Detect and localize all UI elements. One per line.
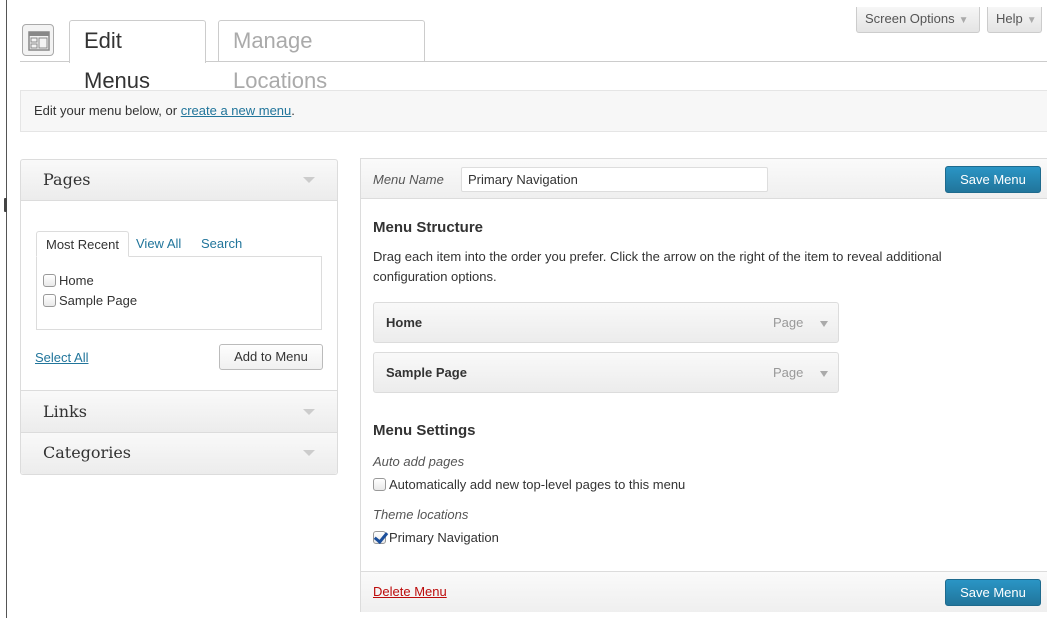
accordion-pages-panel: Most Recent View All Search Home Sample … [21, 201, 337, 391]
help-button[interactable]: Help ▼ [987, 7, 1042, 33]
help-label: Help [996, 11, 1023, 26]
page-home-label: Home [59, 273, 94, 288]
page-sample-checkbox[interactable] [43, 294, 56, 308]
page-home-checkbox[interactable] [43, 274, 56, 288]
screen-options-button[interactable]: Screen Options ▼ [856, 7, 980, 33]
triangle-down-icon [303, 450, 315, 456]
menus-page-icon [22, 24, 54, 56]
tab-most-recent[interactable]: Most Recent [36, 231, 129, 257]
accordion-links-header[interactable]: Links [21, 392, 337, 433]
menu-item-title: Sample Page [386, 365, 467, 380]
window-edge-marker [4, 198, 7, 212]
triangle-down-icon: ▼ [958, 15, 969, 26]
theme-location-option[interactable]: Primary Navigation [373, 530, 499, 545]
triangle-down-icon: ▼ [1026, 15, 1037, 26]
select-all-link[interactable]: Select All [35, 350, 88, 365]
item-edit-arrow-icon[interactable] [820, 371, 828, 377]
notice-bar: Edit your menu below, or create a new me… [20, 90, 1047, 132]
triangle-down-icon [303, 409, 315, 415]
notice-text: Edit your menu below, or [34, 103, 181, 118]
menu-structure-title: Menu Structure [373, 219, 484, 236]
menu-footer: Delete Menu Save Menu [361, 571, 1047, 612]
accordion-categories-title: Categories [43, 443, 131, 462]
auto-add-checkbox[interactable] [373, 478, 386, 492]
accordion-categories-header[interactable]: Categories [21, 433, 337, 474]
menu-header: Menu Name Primary Navigation Save Menu [361, 159, 1047, 199]
theme-locations-label: Theme locations [373, 507, 469, 522]
notice-suffix: . [291, 103, 295, 118]
tab-search[interactable]: Search [201, 231, 242, 257]
menu-settings-title: Menu Settings [373, 422, 476, 439]
menu-item-title: Home [386, 315, 423, 330]
tab-view-all[interactable]: View All [136, 231, 181, 257]
theme-location-option-label: Primary Navigation [389, 530, 499, 545]
accordion-links-title: Links [43, 402, 87, 421]
menu-item-sample-page[interactable]: Sample Page Page [373, 352, 839, 393]
tab-edit-menus[interactable]: Edit Menus [69, 20, 206, 93]
menu-item-home[interactable]: Home Page [373, 302, 839, 343]
menu-item-type: Page [773, 365, 804, 380]
menu-structure-description: Drag each item into the order you prefer… [373, 249, 942, 284]
save-menu-button[interactable]: Save Menu [945, 166, 1041, 193]
menu-items-accordion: Pages Most Recent View All Search Home S… [20, 159, 338, 475]
menu-name-label: Menu Name [373, 172, 444, 187]
screen-options-label: Screen Options [865, 11, 955, 26]
delete-menu-link[interactable]: Delete Menu [373, 584, 447, 599]
save-menu-button-bottom[interactable]: Save Menu [945, 579, 1041, 606]
pages-checklist: Home Sample Page [36, 256, 322, 330]
menu-management-panel: Menu Name Primary Navigation Save Menu M… [360, 158, 1047, 612]
auto-add-option-label: Automatically add new top-level pages to… [389, 477, 686, 492]
auto-add-option[interactable]: Automatically add new top-level pages to… [373, 477, 685, 492]
tab-manage-locations[interactable]: Manage Locations [218, 20, 425, 93]
primary-navigation-checkbox[interactable] [373, 531, 386, 545]
accordion-pages-title: Pages [43, 170, 91, 189]
menu-item-type: Page [773, 315, 804, 330]
add-to-menu-button[interactable]: Add to Menu [219, 344, 323, 370]
item-edit-arrow-icon[interactable] [820, 321, 828, 327]
triangle-down-icon [303, 177, 315, 183]
list-item[interactable]: Sample Page [43, 292, 137, 310]
page-sample-label: Sample Page [59, 293, 138, 308]
auto-add-pages-label: Auto add pages [373, 454, 465, 469]
window-edge [6, 0, 7, 618]
create-new-menu-link[interactable]: create a new menu [181, 103, 292, 118]
accordion-pages-header[interactable]: Pages [21, 160, 337, 201]
menu-name-input[interactable]: Primary Navigation [461, 167, 768, 192]
list-item[interactable]: Home [43, 272, 94, 290]
